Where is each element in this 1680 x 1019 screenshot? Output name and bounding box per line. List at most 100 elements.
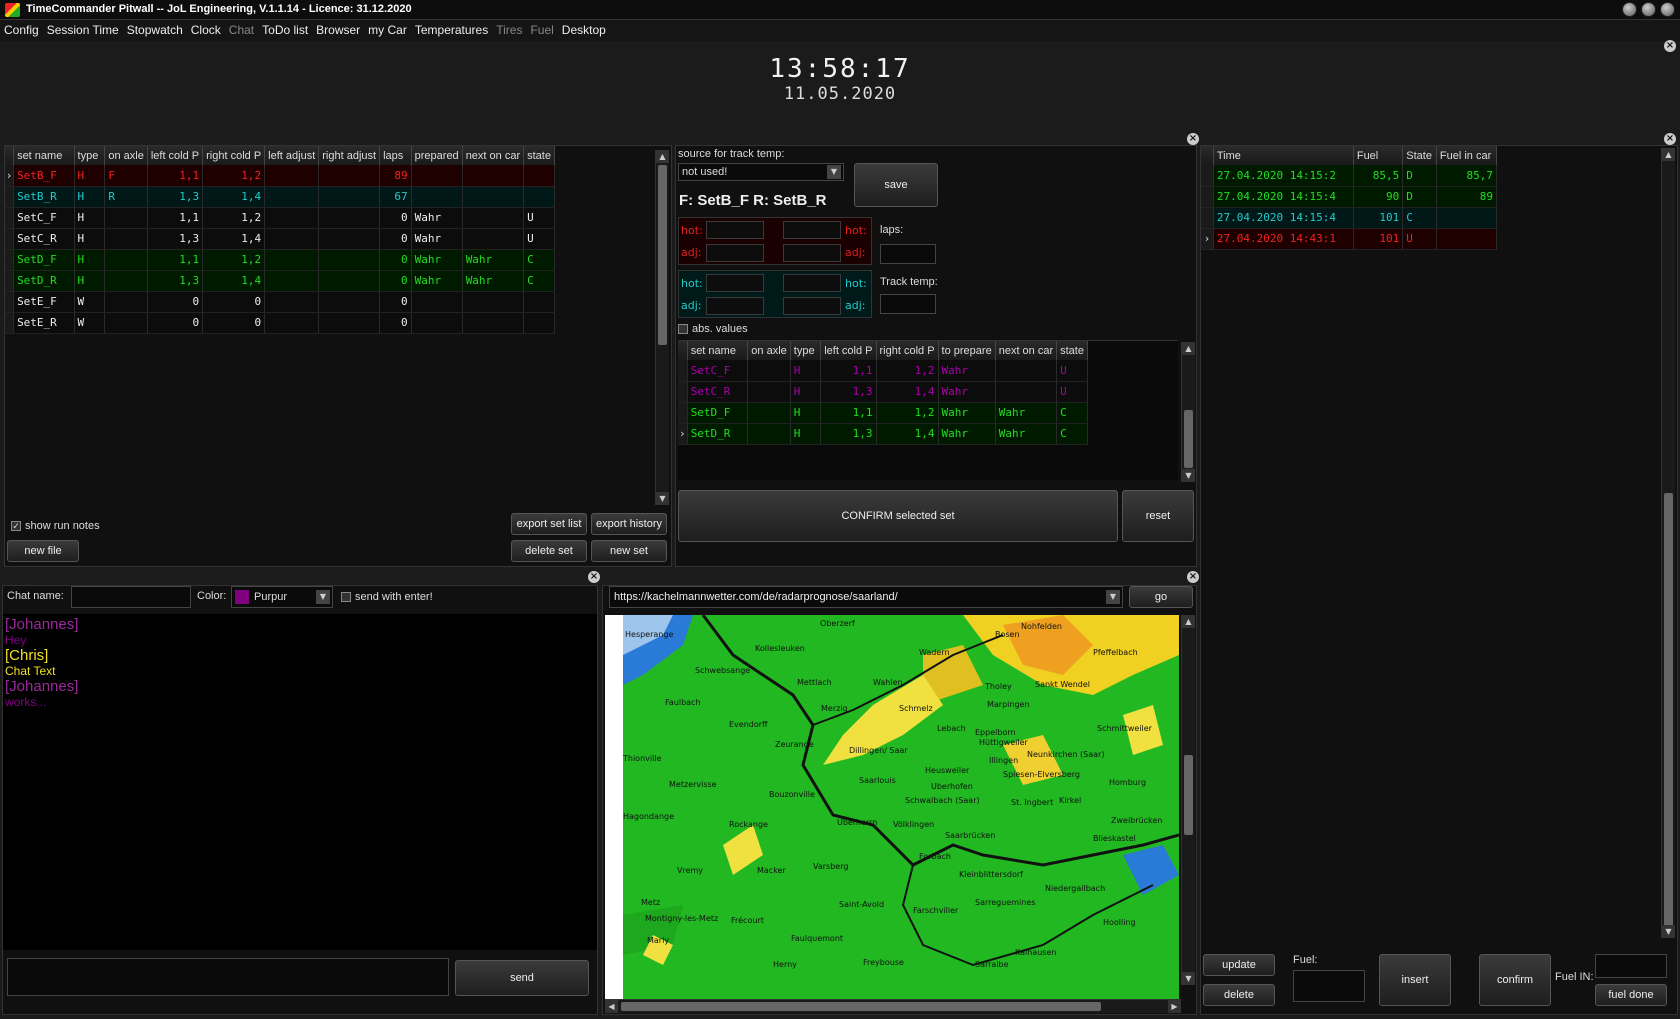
scroll-thumb[interactable] xyxy=(658,165,667,345)
table-row[interactable]: SetC_R H 1,3 1,4 0 Wahr U xyxy=(5,228,555,250)
prepare-scrollbar[interactable]: ▲ ▼ xyxy=(1181,342,1195,482)
scroll-thumb[interactable] xyxy=(1664,493,1673,933)
scroll-up-icon[interactable]: ▲ xyxy=(656,150,669,163)
row-selector[interactable] xyxy=(5,291,15,313)
row-selector[interactable] xyxy=(1201,207,1214,229)
rear-right-hot-input[interactable] xyxy=(783,274,841,292)
maximize-button[interactable] xyxy=(1641,2,1656,17)
menu-item-chat[interactable]: Chat xyxy=(225,20,258,37)
fuel-confirm-button[interactable]: confirm xyxy=(1479,954,1551,1006)
row-selector[interactable] xyxy=(5,228,15,250)
scroll-down-icon[interactable]: ▼ xyxy=(656,492,669,505)
scroll-up-icon[interactable]: ▲ xyxy=(1662,148,1675,161)
fuel-in-input[interactable] xyxy=(1595,954,1667,978)
column-header[interactable]: prepared xyxy=(411,146,463,165)
fuel-done-button[interactable]: fuel done xyxy=(1595,984,1667,1006)
column-header[interactable]: Fuel xyxy=(1353,146,1404,165)
column-header[interactable]: set name xyxy=(687,341,749,360)
save-button[interactable]: save xyxy=(854,163,938,207)
fuel-insert-button[interactable]: insert xyxy=(1379,954,1451,1006)
fuel-input[interactable] xyxy=(1293,970,1365,1002)
fuel-scrollbar[interactable]: ▲ ▼ xyxy=(1661,148,1675,938)
abs-values-checkbox[interactable]: abs. values xyxy=(678,323,748,335)
row-selector[interactable] xyxy=(1201,165,1214,187)
column-header[interactable]: next on car xyxy=(995,341,1058,360)
confirm-selected-set-button[interactable]: CONFIRM selected set xyxy=(678,490,1118,542)
column-header[interactable]: State xyxy=(1402,146,1437,165)
column-header[interactable]: left cold P xyxy=(820,341,877,360)
table-row[interactable]: SetD_R H 1,3 1,4 0 Wahr Wahr C xyxy=(5,270,555,292)
column-header[interactable]: right cold P xyxy=(202,146,266,165)
column-header[interactable]: right adjust xyxy=(318,146,381,165)
column-header[interactable]: state xyxy=(523,146,555,165)
table-row[interactable]: 27.04.2020 14:15:2 85,5 D 85,7 xyxy=(1201,165,1498,187)
menu-item-session-time[interactable]: Session Time xyxy=(43,20,123,37)
table-row[interactable]: SetE_R W 0 0 0 xyxy=(5,312,555,334)
rear-left-adj-input[interactable] xyxy=(706,297,764,315)
table-row[interactable]: › SetB_F H F 1,1 1,2 89 xyxy=(5,165,555,187)
front-right-hot-input[interactable] xyxy=(783,221,841,239)
column-header[interactable]: type xyxy=(74,146,106,165)
menu-item-fuel[interactable]: Fuel xyxy=(526,20,557,37)
scroll-up-icon[interactable]: ▲ xyxy=(1182,615,1195,628)
browser-vscroll[interactable]: ▲ ▼ xyxy=(1181,615,1195,985)
menu-item-my-car[interactable]: my Car xyxy=(364,20,411,37)
menu-item-temperatures[interactable]: Temperatures xyxy=(411,20,492,37)
table-row[interactable]: 27.04.2020 14:15:4 90 D 89 xyxy=(1201,186,1498,208)
send-with-enter-checkbox[interactable]: send with enter! xyxy=(341,591,433,603)
row-selector[interactable] xyxy=(678,360,688,382)
row-selected-arrow-icon[interactable]: › xyxy=(1201,228,1214,250)
menu-item-tires[interactable]: Tires xyxy=(492,20,526,37)
browser-go-button[interactable]: go xyxy=(1129,586,1193,608)
radar-map[interactable]: Hesperange Oberzerf Nohfelden Kollesleuken W… xyxy=(623,615,1179,999)
row-selected-arrow-icon[interactable]: › xyxy=(5,165,15,187)
table-row[interactable]: 27.04.2020 14:15:4 101 C xyxy=(1201,207,1498,229)
close-track-panel-icon[interactable]: × xyxy=(1187,133,1199,145)
column-header[interactable]: Time xyxy=(1213,146,1354,165)
scroll-down-icon[interactable]: ▼ xyxy=(1662,925,1675,938)
export-set-list-button[interactable]: export set list xyxy=(511,513,587,535)
row-selector[interactable] xyxy=(5,270,15,292)
row-selector[interactable] xyxy=(5,186,15,208)
fuel-delete-button[interactable]: delete xyxy=(1203,984,1275,1006)
table-row[interactable]: SetE_F W 0 0 0 xyxy=(5,291,555,313)
new-file-button[interactable]: new file xyxy=(7,540,79,562)
scroll-up-icon[interactable]: ▲ xyxy=(1182,342,1195,355)
close-fuel-panel-icon[interactable]: × xyxy=(1664,133,1676,145)
row-selector[interactable] xyxy=(5,249,15,271)
table-row[interactable]: SetD_F H 1,1 1,2 Wahr Wahr C xyxy=(678,402,1088,424)
export-history-button[interactable]: export history xyxy=(591,513,667,535)
table-row[interactable]: SetC_F H 1,1 1,2 0 Wahr U xyxy=(5,207,555,229)
column-header[interactable]: to prepare xyxy=(938,341,996,360)
scroll-thumb[interactable] xyxy=(621,1002,1101,1011)
scroll-right-icon[interactable]: ▶ xyxy=(1168,1000,1181,1013)
menu-item-browser[interactable]: Browser xyxy=(312,20,364,37)
track-source-select[interactable]: not used! ▼ xyxy=(678,163,844,181)
delete-set-button[interactable]: delete set xyxy=(511,540,587,562)
table-row[interactable]: › 27.04.2020 14:43:1 101 U xyxy=(1201,228,1498,250)
chat-send-button[interactable]: send xyxy=(455,960,589,996)
column-header[interactable]: Fuel in car xyxy=(1436,146,1498,165)
close-clock-icon[interactable]: × xyxy=(1664,40,1676,52)
row-selector[interactable] xyxy=(678,402,688,424)
row-selector[interactable] xyxy=(5,312,15,334)
column-header[interactable]: left cold P xyxy=(147,146,204,165)
chat-color-select[interactable]: Purpur ▼ xyxy=(231,586,333,608)
table-row[interactable]: SetC_F H 1,1 1,2 Wahr U xyxy=(678,360,1088,382)
column-header[interactable]: set name xyxy=(13,146,75,165)
scroll-down-icon[interactable]: ▼ xyxy=(1182,469,1195,482)
show-run-notes-checkbox[interactable]: ✓ show run notes xyxy=(11,520,100,532)
table-row[interactable]: SetB_R H R 1,3 1,4 67 xyxy=(5,186,555,208)
row-selector[interactable] xyxy=(678,381,688,403)
close-chat-icon[interactable]: × xyxy=(588,571,600,583)
menu-item-todo-list[interactable]: ToDo list xyxy=(258,20,312,37)
reset-button[interactable]: reset xyxy=(1122,490,1194,542)
table-row[interactable]: › SetD_R H 1,3 1,4 Wahr Wahr C xyxy=(678,423,1088,445)
column-header[interactable]: on axle xyxy=(104,146,148,165)
table-row[interactable]: SetD_F H 1,1 1,2 0 Wahr Wahr C xyxy=(5,249,555,271)
column-header[interactable]: state xyxy=(1056,341,1088,360)
column-header[interactable]: left adjust xyxy=(264,146,320,165)
minimize-button[interactable] xyxy=(1622,2,1637,17)
front-right-adj-input[interactable] xyxy=(783,244,841,262)
column-header[interactable]: next on car xyxy=(462,146,525,165)
